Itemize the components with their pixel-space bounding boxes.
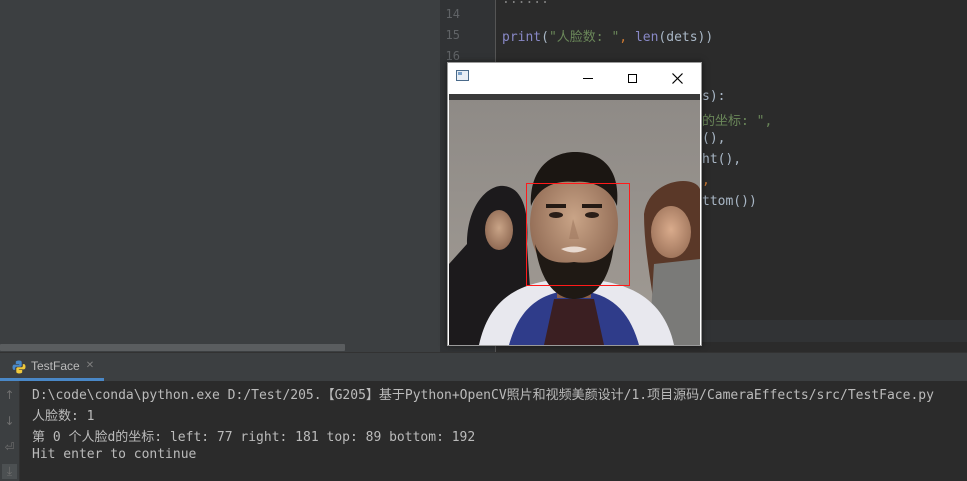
face-detection-box bbox=[526, 183, 630, 286]
console-line: 人脸数: 1 bbox=[32, 409, 95, 424]
console-line: Hit enter to continue bbox=[32, 447, 197, 462]
close-tab-icon[interactable]: ✕ bbox=[86, 360, 94, 371]
code-token-comma: , bbox=[619, 30, 635, 45]
python-icon bbox=[12, 359, 26, 373]
code-token-len: len bbox=[634, 30, 659, 45]
arrow-down-icon[interactable]: ↓ bbox=[2, 413, 17, 428]
soft-wrap-icon[interactable]: ⏎ bbox=[2, 439, 17, 454]
window-app-icon bbox=[456, 70, 469, 81]
code-fragment: , bbox=[702, 173, 710, 188]
code-fragment: (), bbox=[702, 131, 726, 146]
code-fragment: ttom()) bbox=[702, 194, 757, 209]
run-tab-testface[interactable]: TestFace ✕ bbox=[0, 353, 105, 381]
detected-face-image bbox=[449, 94, 700, 345]
minimize-button[interactable] bbox=[565, 63, 610, 93]
code-token-args: (dets)) bbox=[658, 30, 714, 45]
maximize-icon bbox=[628, 73, 637, 83]
arrow-up-icon[interactable]: ↑ bbox=[2, 387, 17, 402]
scroll-to-end-icon[interactable]: ⤓ bbox=[2, 464, 17, 479]
line-number: 14 bbox=[445, 7, 460, 21]
image-window[interactable] bbox=[447, 62, 702, 346]
code-line-partial: ...... bbox=[502, 0, 549, 7]
project-panel bbox=[0, 0, 440, 352]
minimize-icon bbox=[582, 77, 593, 79]
maximize-button[interactable] bbox=[610, 63, 655, 93]
run-tab-label: TestFace bbox=[31, 358, 80, 373]
line-number: 16 bbox=[445, 49, 460, 63]
code-token-paren: ( bbox=[541, 30, 549, 45]
console-line: D:\code\conda\python.exe D:/Test/205.【G2… bbox=[32, 388, 934, 403]
line-number: 15 bbox=[445, 28, 460, 42]
code-fragment: s): bbox=[702, 89, 726, 104]
run-tool-window-header: TestFace ✕ bbox=[0, 352, 967, 381]
code-token-print: print bbox=[502, 30, 542, 45]
code-line-15[interactable]: print("人脸数: ", len(dets)) bbox=[502, 26, 713, 45]
close-icon bbox=[672, 72, 683, 84]
image-window-titlebar[interactable] bbox=[448, 63, 701, 93]
run-toolbar: ↑ ↓ ⏎ ⤓ bbox=[0, 381, 19, 481]
close-button[interactable] bbox=[655, 63, 700, 93]
console-line: 第 0 个人脸d的坐标: left: 77 right: 181 top: 89… bbox=[32, 430, 476, 445]
code-fragment: 的坐标: ", bbox=[702, 114, 773, 129]
project-panel-horizontal-scrollbar[interactable] bbox=[0, 344, 345, 351]
code-fragment: ht(), bbox=[702, 152, 742, 167]
code-token-string: "人脸数: " bbox=[548, 30, 620, 45]
run-console[interactable]: D:\code\conda\python.exe D:/Test/205.【G2… bbox=[19, 381, 967, 481]
editor-horizontal-scrollbar[interactable] bbox=[702, 320, 967, 342]
